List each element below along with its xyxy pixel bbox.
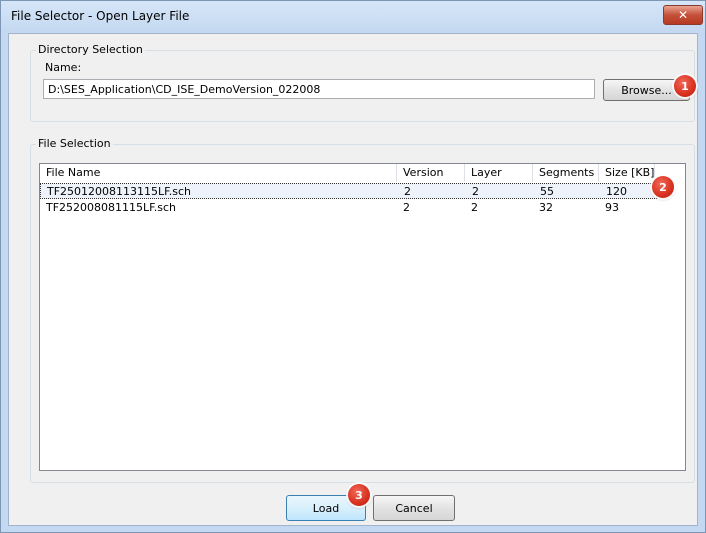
cell-segments: 55: [540, 185, 554, 198]
annotation-badge-2: 2: [652, 176, 674, 198]
column-header-layer[interactable]: Layer: [465, 164, 533, 182]
column-header-segments[interactable]: Segments: [533, 164, 599, 182]
title-bar: File Selector - Open Layer File ✕: [1, 1, 705, 33]
cell-size: 93: [605, 201, 619, 214]
cell-layer: 2: [471, 201, 478, 214]
column-header-file-name[interactable]: File Name: [40, 164, 397, 182]
cancel-button[interactable]: Cancel: [373, 495, 455, 521]
directory-path-input[interactable]: [43, 79, 595, 99]
cell-segments: 32: [539, 201, 553, 214]
close-icon: ✕: [677, 8, 689, 22]
cell-size: 120: [606, 185, 627, 198]
directory-selection-group: Directory Selection Name: Browse...: [30, 43, 695, 122]
cell-layer: 2: [472, 185, 479, 198]
close-button[interactable]: ✕: [663, 5, 703, 25]
window-title: File Selector - Open Layer File: [11, 9, 190, 23]
dialog-client-area: Directory Selection Name: Browse... File…: [8, 33, 698, 526]
column-header-version[interactable]: Version: [397, 164, 465, 182]
cell-version: 2: [403, 201, 410, 214]
file-selection-label: File Selection: [36, 137, 113, 150]
file-selection-group: File Selection File Name Version Layer S…: [30, 137, 695, 483]
cell-version: 2: [404, 185, 411, 198]
list-header: File Name Version Layer Segments Size [K…: [40, 164, 655, 182]
cell-file-name: TF252008081115LF.sch: [46, 201, 176, 214]
directory-selection-label: Directory Selection: [36, 43, 145, 56]
annotation-badge-1: 1: [674, 75, 696, 97]
table-row[interactable]: TF252008081115LF.sch 2 2 32 93: [40, 200, 655, 216]
cell-file-name: TF25012008113115LF.sch: [47, 185, 191, 198]
annotation-badge-3: 3: [348, 484, 370, 506]
file-list[interactable]: File Name Version Layer Segments Size [K…: [39, 163, 686, 471]
file-selector-window: File Selector - Open Layer File ✕ Direct…: [0, 0, 706, 533]
column-header-size[interactable]: Size [KB]: [599, 164, 655, 182]
table-row[interactable]: TF25012008113115LF.sch 2 2 55 120: [40, 183, 657, 199]
name-label: Name:: [45, 61, 82, 74]
